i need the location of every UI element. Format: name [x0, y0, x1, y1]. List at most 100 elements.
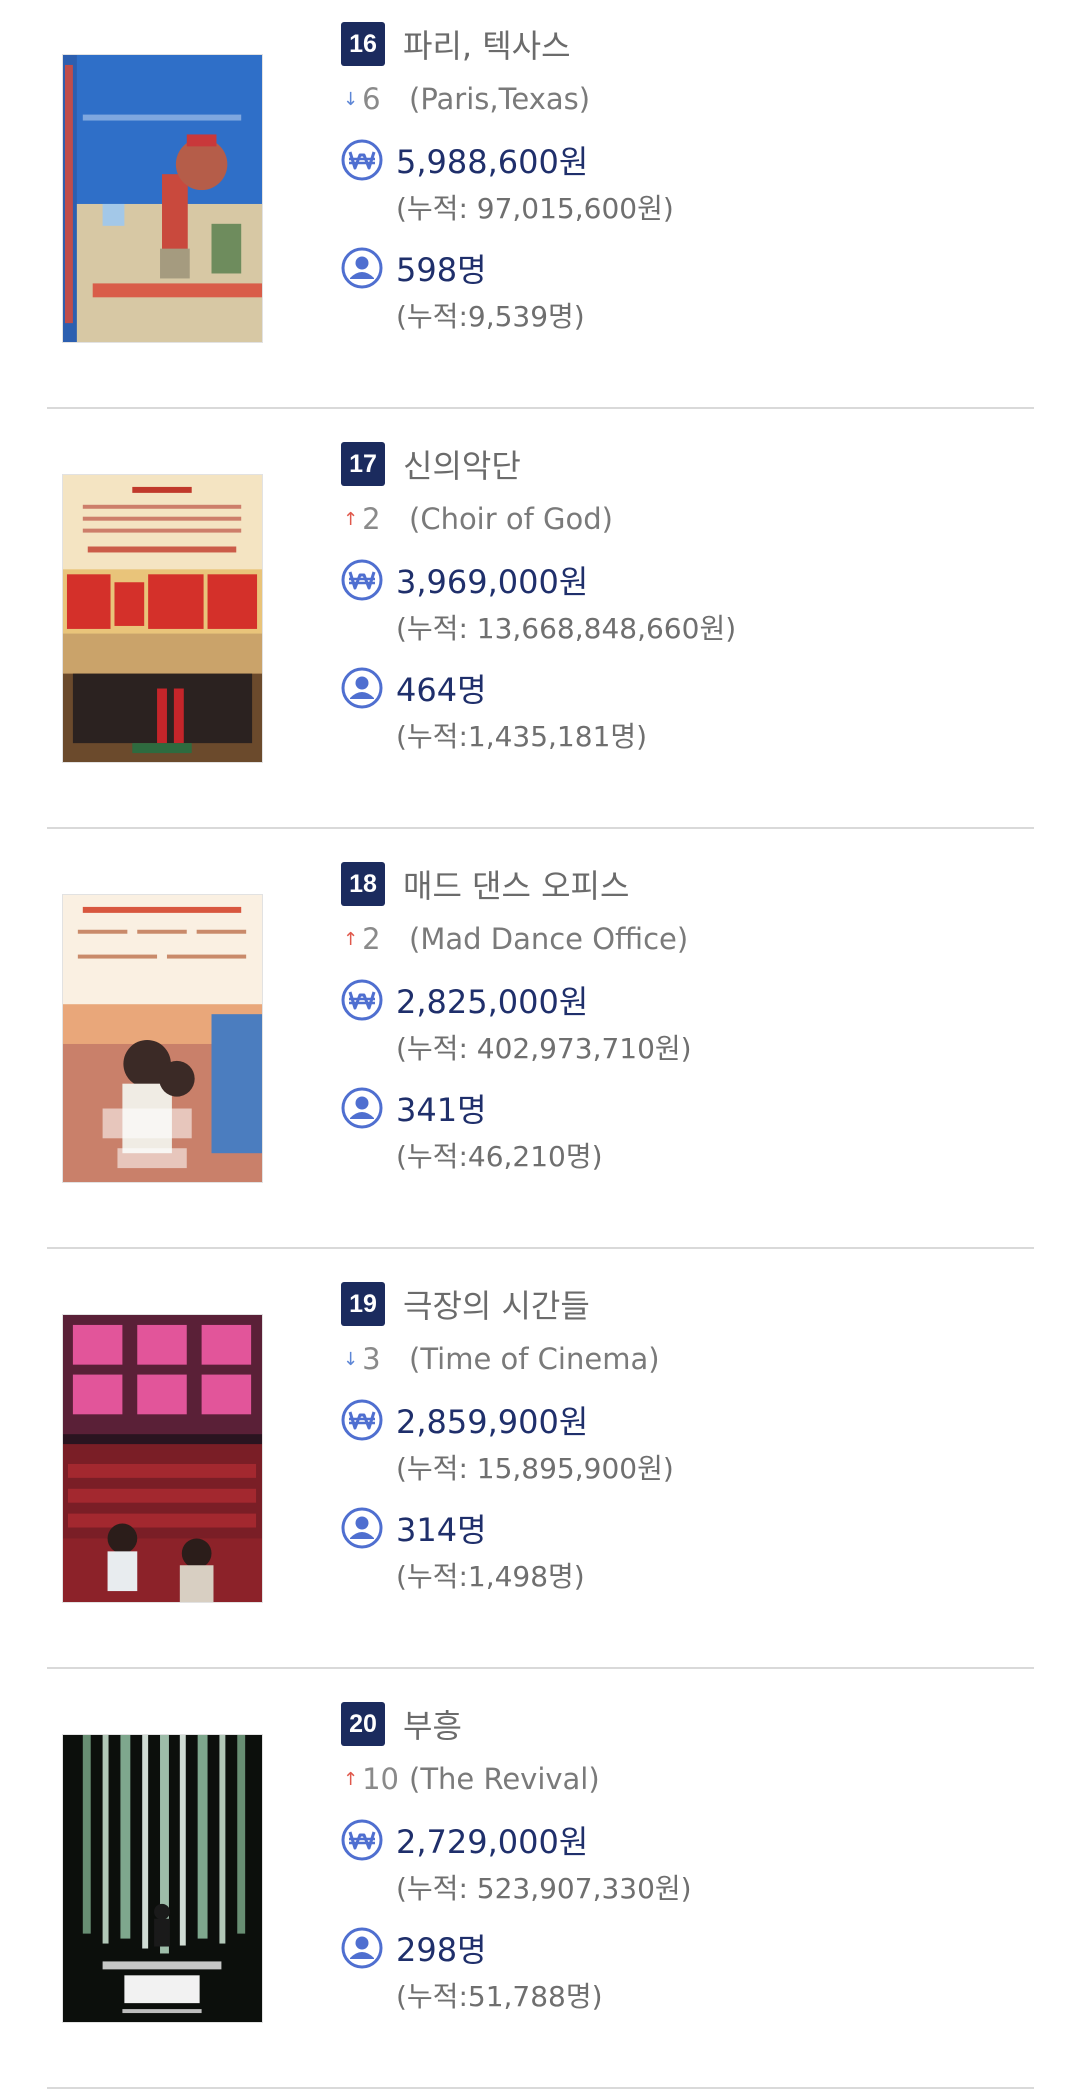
list-item[interactable]: 17 신의악단 ↑ 2 (Choir of God) 3,969,000원 (누…: [0, 420, 1079, 840]
change-row: ↓ 3 (Time of Cinema): [341, 1333, 1041, 1385]
movie-poster[interactable]: [62, 1314, 263, 1603]
daily-audience: 598명: [396, 251, 487, 289]
movie-title[interactable]: 파리, 텍사스: [403, 21, 571, 67]
rank-change-value: 3: [362, 1342, 381, 1376]
daily-sales: 2,825,000원: [396, 983, 589, 1021]
sales-row: 3,969,000원: [341, 555, 1041, 605]
person-icon: [341, 247, 383, 289]
audience-row: 464명: [341, 663, 1041, 713]
person-icon: [341, 1927, 383, 1969]
movie-info: 16 파리, 텍사스 ↓ 6 (Paris,Texas) 5,988,600원 …: [341, 21, 1041, 341]
movie-info: 19 극장의 시간들 ↓ 3 (Time of Cinema) 2,859,90…: [341, 1281, 1041, 1601]
poster-paris-texas-image: [63, 55, 262, 342]
divider: [47, 2087, 1034, 2089]
won-icon: [341, 559, 383, 601]
rank-row: 20 부흥: [341, 1701, 1041, 1747]
rank-change-value: 2: [362, 502, 381, 536]
rank-change: ↑ 2: [341, 922, 403, 956]
rank-row: 17 신의악단: [341, 441, 1041, 487]
won-icon: [341, 1819, 383, 1861]
daily-audience: 341명: [396, 1091, 487, 1129]
daily-audience: 464명: [396, 671, 487, 709]
daily-sales: 2,729,000원: [396, 1823, 589, 1861]
cumulative-sales: (누적: 97,015,600원): [396, 192, 674, 225]
daily-sales: 5,988,600원: [396, 143, 589, 181]
divider: [47, 407, 1034, 409]
list-item[interactable]: 18 매드 댄스 오피스 ↑ 2 (Mad Dance Office) 2,82…: [0, 840, 1079, 1260]
daily-sales: 2,859,900원: [396, 1403, 589, 1441]
cumulative-audience: (누적:1,435,181명): [396, 720, 648, 753]
daily-audience: 298명: [396, 1931, 487, 1969]
cumulative-audience: (누적:46,210명): [396, 1140, 603, 1173]
english-title: (The Revival): [409, 1762, 600, 1796]
rank-change: ↓ 6: [341, 82, 403, 116]
won-icon: [341, 1399, 383, 1441]
divider: [47, 827, 1034, 829]
change-row: ↓ 6 (Paris,Texas): [341, 73, 1041, 125]
poster-time-of-cinema-image: [63, 1315, 262, 1602]
movie-info: 17 신의악단 ↑ 2 (Choir of God) 3,969,000원 (누…: [341, 441, 1041, 761]
cumulative-sales: (누적: 523,907,330원): [396, 1872, 692, 1905]
rank-change: ↑ 10: [341, 1762, 403, 1796]
cumulative-audience: (누적:51,788명): [396, 1980, 603, 2013]
rank-badge: 17: [341, 442, 385, 486]
english-title: (Choir of God): [409, 502, 613, 536]
movie-title[interactable]: 신의악단: [403, 441, 521, 487]
rank-change: ↓ 3: [341, 1342, 403, 1376]
movie-title[interactable]: 매드 댄스 오피스: [403, 861, 629, 907]
rank-change: ↑ 2: [341, 502, 403, 536]
divider: [47, 1247, 1034, 1249]
rank-badge: 19: [341, 1282, 385, 1326]
movie-poster[interactable]: [62, 1734, 263, 2023]
movie-poster[interactable]: [62, 894, 263, 1183]
divider: [47, 1667, 1034, 1669]
arrow-up-icon: ↑: [343, 928, 359, 950]
list-item[interactable]: 19 극장의 시간들 ↓ 3 (Time of Cinema) 2,859,90…: [0, 1260, 1079, 1680]
movie-title[interactable]: 극장의 시간들: [403, 1281, 590, 1327]
audience-row: 598명: [341, 243, 1041, 293]
english-title: (Time of Cinema): [409, 1342, 660, 1376]
list-item[interactable]: 20 부흥 ↑ 10 (The Revival) 2,729,000원 (누적:…: [0, 1680, 1079, 2100]
english-title: (Paris,Texas): [409, 82, 591, 116]
list-item[interactable]: 16 파리, 텍사스 ↓ 6 (Paris,Texas) 5,988,600원 …: [0, 0, 1079, 420]
change-row: ↑ 2 (Choir of God): [341, 493, 1041, 545]
rank-badge: 20: [341, 1702, 385, 1746]
english-title: (Mad Dance Office): [409, 922, 689, 956]
person-icon: [341, 1087, 383, 1129]
audience-row: 341명: [341, 1083, 1041, 1133]
person-icon: [341, 667, 383, 709]
arrow-down-icon: ↓: [343, 1348, 359, 1370]
arrow-up-icon: ↑: [343, 508, 359, 530]
daily-sales: 3,969,000원: [396, 563, 589, 601]
rank-change-value: 10: [362, 1762, 399, 1796]
arrow-down-icon: ↓: [343, 88, 359, 110]
audience-row: 298명: [341, 1923, 1041, 1973]
daily-audience: 314명: [396, 1511, 487, 1549]
sales-row: 2,825,000원: [341, 975, 1041, 1025]
box-office-list: 16 파리, 텍사스 ↓ 6 (Paris,Texas) 5,988,600원 …: [0, 0, 1079, 2100]
cumulative-audience: (누적:9,539명): [396, 300, 585, 333]
person-icon: [341, 1507, 383, 1549]
arrow-up-icon: ↑: [343, 1768, 359, 1790]
movie-info: 18 매드 댄스 오피스 ↑ 2 (Mad Dance Office) 2,82…: [341, 861, 1041, 1181]
rank-row: 16 파리, 텍사스: [341, 21, 1041, 67]
rank-badge: 18: [341, 862, 385, 906]
poster-the-revival-image: [63, 1735, 262, 2022]
cumulative-sales: (누적: 15,895,900원): [396, 1452, 674, 1485]
won-icon: [341, 139, 383, 181]
cumulative-audience: (누적:1,498명): [396, 1560, 585, 1593]
rank-change-value: 2: [362, 922, 381, 956]
sales-row: 5,988,600원: [341, 135, 1041, 185]
won-icon: [341, 979, 383, 1021]
sales-row: 2,729,000원: [341, 1815, 1041, 1865]
cumulative-sales: (누적: 402,973,710원): [396, 1032, 692, 1065]
movie-title[interactable]: 부흥: [403, 1701, 462, 1747]
rank-change-value: 6: [362, 82, 381, 116]
sales-row: 2,859,900원: [341, 1395, 1041, 1445]
change-row: ↑ 10 (The Revival): [341, 1753, 1041, 1805]
cumulative-sales: (누적: 13,668,848,660원): [396, 612, 737, 645]
movie-poster[interactable]: [62, 474, 263, 763]
audience-row: 314명: [341, 1503, 1041, 1553]
change-row: ↑ 2 (Mad Dance Office): [341, 913, 1041, 965]
movie-poster[interactable]: [62, 54, 263, 343]
